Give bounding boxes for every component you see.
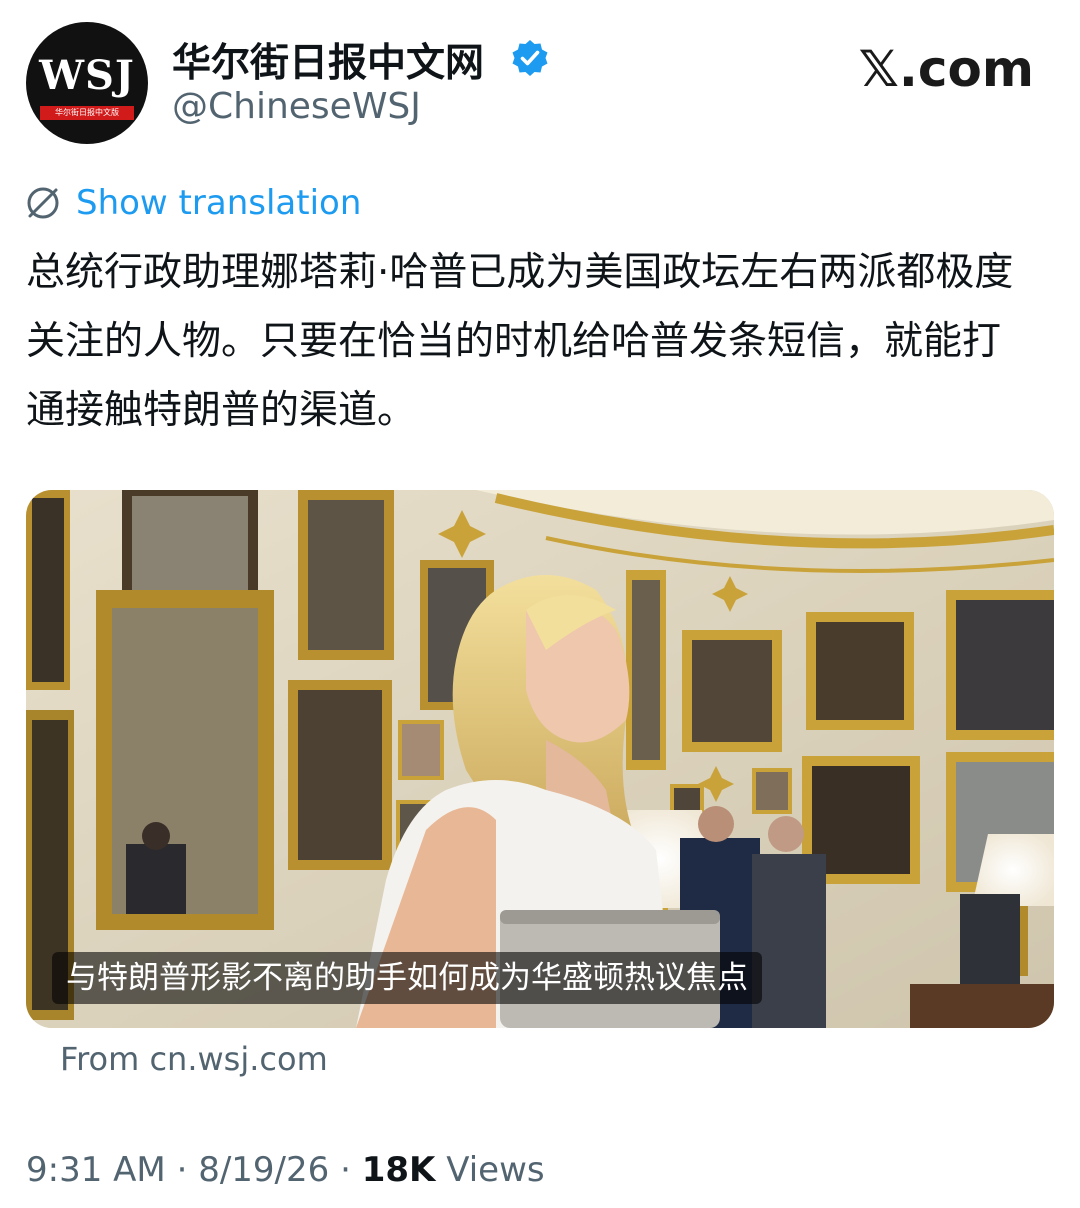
card-caption: 与特朗普形影不离的助手如何成为华盛顿热议焦点 (52, 952, 762, 1004)
avatar-logo-banner: 华尔街日报中文版 (40, 106, 134, 120)
card-source-link[interactable]: From cn.wsj.com (60, 1040, 328, 1078)
account-avatar[interactable]: WSJ 华尔街日报中文版 (26, 22, 148, 144)
account-handle[interactable]: @ChineseWSJ (172, 86, 421, 127)
verified-badge-icon (512, 40, 548, 76)
account-display-name[interactable]: 华尔街日报中文网 (172, 32, 484, 88)
meta-separator: · (176, 1150, 188, 1190)
site-watermark: 𝕏.com (858, 40, 1034, 98)
meta-separator: · (340, 1150, 351, 1190)
tweet-time[interactable]: 9:31 AM (26, 1150, 166, 1190)
avatar-logo-text: WSJ (39, 52, 135, 99)
article-photo (26, 490, 1054, 1028)
tweet-date[interactable]: 8/19/26 (198, 1150, 329, 1190)
translate-icon (27, 187, 59, 219)
tweet-text: 总统行政助理娜塔莉·哈普已成为美国政坛左右两派都极度关注的人物。只要在恰当的时机… (26, 250, 1014, 433)
link-card[interactable]: 与特朗普形影不离的助手如何成为华盛顿热议焦点 (26, 490, 1054, 1028)
show-translation-label: Show translation (76, 183, 362, 223)
tweet-meta: 9:31 AM · 8/19/26 · 18K Views (26, 1150, 545, 1190)
views-label: Views (446, 1150, 545, 1190)
views-count: 18K (361, 1150, 436, 1190)
show-translation-button[interactable]: Show translation (24, 178, 361, 228)
